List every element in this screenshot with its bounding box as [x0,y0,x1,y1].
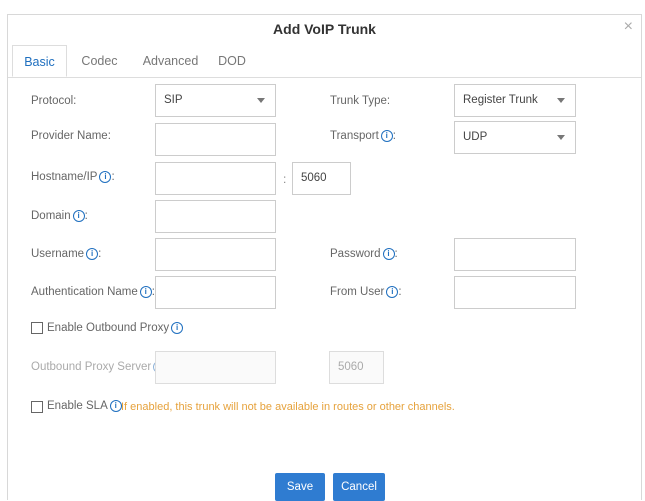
info-icon[interactable]: i [171,322,184,334]
dialog-title: Add VoIP Trunk [273,21,376,37]
tab-codec[interactable]: Codec [72,45,127,77]
trunk-type-value: Register Trunk [463,94,538,106]
sla-label-text: Enable SLA [47,400,108,412]
domain-label-text: Domain [31,210,71,222]
info-icon[interactable]: i [109,400,122,412]
trunk-type-label: Trunk Type: [330,95,391,107]
info-icon[interactable]: i [380,130,393,142]
hostname-port-input[interactable]: 5060 [292,162,351,195]
auth-name-label: Authentication Name i: [31,286,155,298]
outbound-proxy-server-label: Outbound Proxy Serveri: [31,361,168,373]
hostname-label-text: Hostname/IP [31,171,98,183]
tab-advanced[interactable]: Advanced [138,45,203,77]
port-separator: : [283,172,287,186]
tab-dod[interactable]: DOD [212,45,252,77]
username-input[interactable] [155,238,276,271]
from-user-label: From User i: [330,286,402,298]
outbound-proxy-checkbox[interactable] [31,322,43,334]
from-user-input[interactable] [454,276,576,309]
password-label-text: Password [330,248,381,260]
tab-basic[interactable]: Basic [12,45,67,77]
outbound-proxy-label: Enable Outbound Proxy i [47,322,184,334]
provider-name-label: Provider Name: [31,130,111,142]
auth-name-label-text: Authentication Name [31,286,138,298]
provider-name-input[interactable] [155,123,276,156]
username-label: Username i: [31,248,102,260]
domain-label: Domain i: [31,210,88,222]
info-icon[interactable]: i [99,171,112,183]
info-icon[interactable]: i [139,286,152,298]
sla-label: Enable SLA i [47,400,122,412]
info-icon[interactable]: i [386,286,399,298]
domain-input[interactable] [155,200,276,233]
sla-warning-text: If enabled, this trunk will not be avail… [121,401,455,413]
info-icon[interactable]: i [72,210,85,222]
transport-label-text: Transport [330,130,379,142]
sla-checkbox[interactable] [31,401,43,413]
outbound-proxy-server-label-text: Outbound Proxy Server [31,361,152,373]
from-user-label-text: From User [330,286,385,298]
transport-select[interactable]: UDP [454,121,576,154]
cancel-button[interactable]: Cancel [333,473,385,501]
protocol-select[interactable]: SIP [155,84,276,117]
username-label-text: Username [31,248,85,260]
protocol-label: Protocol: [31,95,77,107]
outbound-proxy-server-input[interactable] [155,351,276,384]
trunk-type-select[interactable]: Register Trunk [454,84,576,117]
outbound-proxy-port-input[interactable]: 5060 [329,351,384,384]
hostname-label: Hostname/IP i: [31,171,115,183]
transport-label: Transport i: [330,130,396,142]
info-icon[interactable]: i [382,248,395,260]
close-icon[interactable]: × [624,18,633,36]
auth-name-input[interactable] [155,276,276,309]
save-button[interactable]: Save [275,473,325,501]
protocol-value: SIP [164,94,183,106]
transport-value: UDP [463,131,488,143]
tab-bar: Basic Codec Advanced DOD [8,45,641,78]
password-label: Password i: [330,248,398,260]
outbound-proxy-label-text: Enable Outbound Proxy [47,322,170,334]
info-icon[interactable]: i [86,248,99,260]
password-input[interactable] [454,238,576,271]
hostname-input[interactable] [155,162,276,195]
